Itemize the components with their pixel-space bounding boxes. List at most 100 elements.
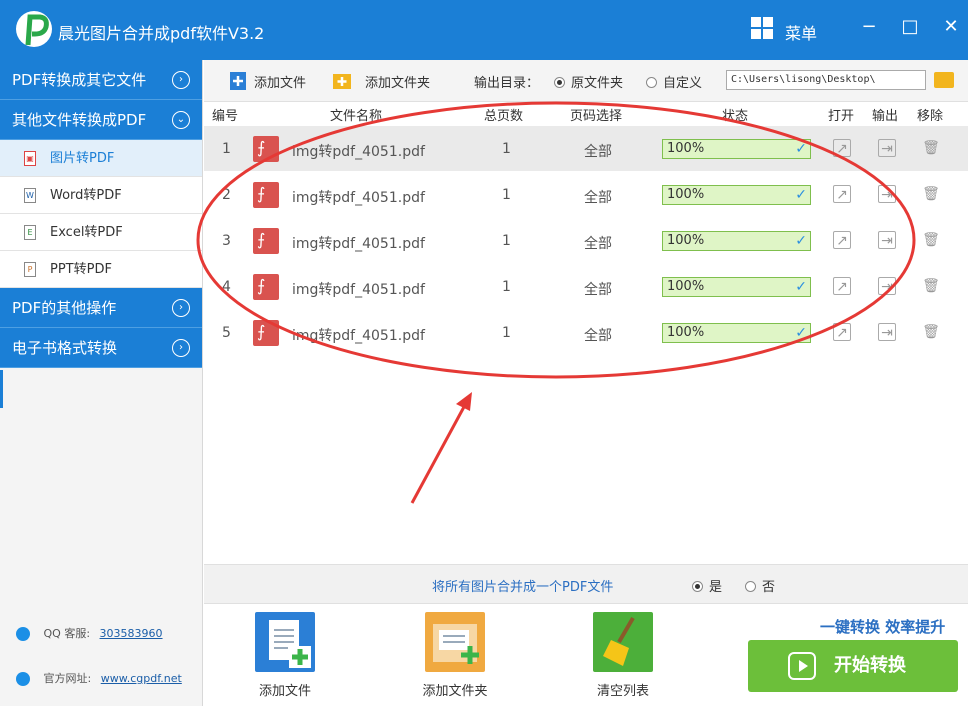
output-file-icon[interactable]: ⇥: [878, 231, 896, 249]
file-list: 1 img转pdf_4051.pdf 1 全部 100% ✓ ↗ ⇥ 🗑 2 im…: [204, 126, 968, 356]
minimize-button[interactable]: −: [856, 14, 882, 40]
big-add-file-button[interactable]: 添加文件: [240, 612, 330, 699]
add-folder-icon: [333, 74, 351, 89]
col-pages: 总页数: [484, 109, 524, 124]
bottom-actions: 添加文件 添加文件夹 清空列表 一键转换 效率提升 开始转换: [204, 604, 968, 706]
table-row[interactable]: 1 img转pdf_4051.pdf 1 全部 100% ✓ ↗ ⇥ 🗑: [204, 126, 968, 172]
qq-number-link[interactable]: 303583960: [100, 627, 163, 640]
pdf-file-icon: [253, 274, 279, 300]
row-range[interactable]: 全部: [584, 233, 612, 253]
browse-folder-icon[interactable]: [934, 72, 954, 88]
table-row[interactable]: 3 img转pdf_4051.pdf 1 全部 100% ✓ ↗ ⇥ 🗑: [204, 218, 968, 264]
category-label: PDF转换成其它文件: [12, 71, 147, 89]
chevron-right-icon: ›: [172, 71, 190, 89]
progress-text: 100%: [667, 279, 705, 294]
row-range[interactable]: 全部: [584, 325, 612, 345]
big-clear-list-label: 清空列表: [596, 684, 649, 699]
output-path-field[interactable]: C:\Users\lisong\Desktop\: [726, 70, 926, 90]
row-filename: img转pdf_4051.pdf: [292, 328, 425, 344]
merge-no-radio[interactable]: 否: [745, 576, 775, 595]
check-icon: ✓: [795, 141, 807, 157]
menu-grid-icon[interactable]: [751, 17, 773, 39]
sidebar-item-word-to-pdf[interactable]: W Word转PDF: [0, 177, 202, 214]
table-row[interactable]: 2 img转pdf_4051.pdf 1 全部 100% ✓ ↗ ⇥ 🗑: [204, 172, 968, 218]
category-label: 其他文件转换成PDF: [12, 111, 147, 129]
maximize-button[interactable]: □: [897, 14, 923, 40]
site-link[interactable]: www.cgpdf.net: [101, 672, 182, 685]
row-range[interactable]: 全部: [584, 141, 612, 161]
output-file-icon[interactable]: ⇥: [878, 139, 896, 157]
radio-selected-icon: [692, 581, 703, 592]
row-range[interactable]: 全部: [584, 279, 612, 299]
open-file-icon[interactable]: ↗: [833, 277, 851, 295]
trash-icon[interactable]: 🗑: [922, 277, 940, 295]
open-file-icon[interactable]: ↗: [833, 185, 851, 203]
open-file-icon[interactable]: ↗: [833, 139, 851, 157]
category-ebook-convert[interactable]: 电子书格式转换 ›: [0, 328, 202, 368]
output-custom-radio[interactable]: 自定义: [646, 72, 702, 91]
radio-icon: [646, 77, 657, 88]
radio-label: 原文件夹: [571, 76, 624, 91]
site-label: 官方网址:: [43, 672, 92, 685]
output-file-icon[interactable]: ⇥: [878, 323, 896, 341]
radio-label: 否: [762, 580, 776, 595]
progress-text: 100%: [667, 187, 705, 202]
menu-button[interactable]: 菜单: [785, 20, 817, 44]
check-icon: ✓: [795, 187, 807, 203]
add-file-button[interactable]: 添加文件: [254, 72, 306, 91]
radio-label: 自定义: [663, 76, 703, 91]
merge-yes-radio[interactable]: 是: [692, 576, 722, 595]
output-file-icon[interactable]: ⇥: [878, 185, 896, 203]
qq-support: QQ 客服: 303583960: [16, 625, 163, 641]
row-pages: 1: [502, 325, 511, 341]
app-logo-icon: [16, 11, 52, 47]
progress-bar: 100% ✓: [662, 277, 811, 297]
sidebar-item-ppt-to-pdf[interactable]: P PPT转PDF: [0, 251, 202, 288]
big-add-folder-button[interactable]: 添加文件夹: [410, 612, 500, 699]
row-filename: img转pdf_4051.pdf: [292, 282, 425, 298]
output-original-radio[interactable]: 原文件夹: [554, 72, 623, 91]
row-pages: 1: [502, 141, 511, 157]
category-pdf-other-ops[interactable]: PDF的其他操作 ›: [0, 288, 202, 328]
row-pages: 1: [502, 279, 511, 295]
trash-icon[interactable]: 🗑: [922, 185, 940, 203]
trash-icon[interactable]: 🗑: [922, 231, 940, 249]
row-filename: img转pdf_4051.pdf: [292, 190, 425, 206]
radio-selected-icon: [554, 77, 565, 88]
sidebar-item-label: Excel转PDF: [50, 225, 123, 240]
row-filename: img转pdf_4051.pdf: [292, 236, 425, 252]
category-other-to-pdf[interactable]: 其他文件转换成PDF ⌄: [0, 100, 202, 140]
chevron-right-icon: ›: [172, 299, 190, 317]
table-row[interactable]: 5 img转pdf_4051.pdf 1 全部 100% ✓ ↗ ⇥ 🗑: [204, 310, 968, 356]
add-folder-button[interactable]: 添加文件夹: [365, 72, 430, 91]
row-range[interactable]: 全部: [584, 187, 612, 207]
col-output: 输出: [872, 109, 899, 124]
progress-text: 100%: [667, 233, 705, 248]
big-add-file-label: 添加文件: [258, 684, 311, 699]
official-site: 官方网址: www.cgpdf.net: [16, 670, 182, 686]
start-convert-label: 开始转换: [834, 655, 906, 676]
add-file-large-icon: [255, 612, 315, 672]
row-no: 5: [222, 325, 231, 341]
col-no: 编号: [212, 109, 239, 124]
output-file-icon[interactable]: ⇥: [878, 277, 896, 295]
merge-option-bar: 将所有图片合并成一个PDF文件 是 否: [204, 564, 968, 604]
ppt-file-icon: P: [24, 262, 36, 277]
trash-icon[interactable]: 🗑: [922, 139, 940, 157]
check-icon: ✓: [795, 279, 807, 295]
start-convert-button[interactable]: 开始转换: [748, 640, 958, 692]
trash-icon[interactable]: 🗑: [922, 323, 940, 341]
toolbar: 添加文件 添加文件夹 输出目录： 原文件夹 自定义 C:\Users\lison…: [204, 60, 968, 102]
big-clear-list-button[interactable]: 清空列表: [578, 612, 668, 699]
category-pdf-to-other[interactable]: PDF转换成其它文件 ›: [0, 60, 202, 100]
merge-option-label: 将所有图片合并成一个PDF文件: [432, 580, 614, 595]
close-button[interactable]: ✕: [938, 14, 964, 40]
table-row[interactable]: 4 img转pdf_4051.pdf 1 全部 100% ✓ ↗ ⇥ 🗑: [204, 264, 968, 310]
title-bar: 晨光图片合并成pdf软件V3.2 菜单 − □ ✕: [0, 0, 968, 60]
open-file-icon[interactable]: ↗: [833, 323, 851, 341]
sidebar-item-excel-to-pdf[interactable]: E Excel转PDF: [0, 214, 202, 251]
row-no: 4: [222, 279, 231, 295]
open-file-icon[interactable]: ↗: [833, 231, 851, 249]
sidebar-item-image-to-pdf[interactable]: ▣ 图片转PDF: [0, 140, 202, 177]
progress-bar: 100% ✓: [662, 231, 811, 251]
